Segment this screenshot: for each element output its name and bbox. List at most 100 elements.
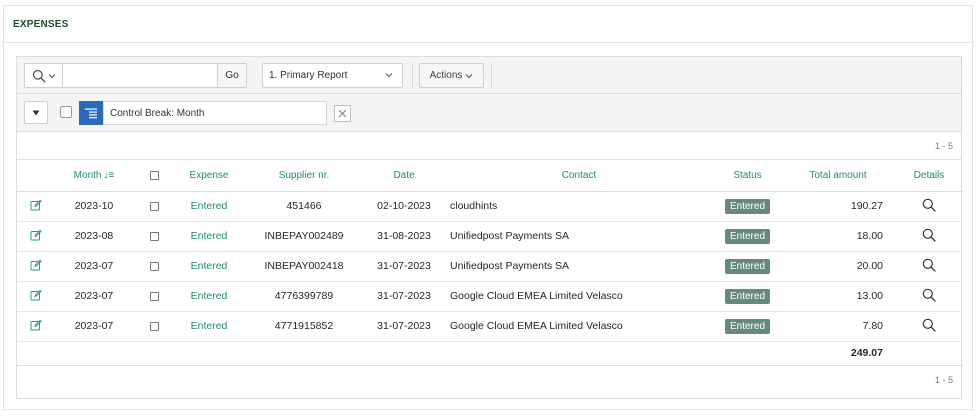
cell-total: 190.27: [781, 191, 895, 222]
header-contact[interactable]: Contact: [444, 160, 714, 192]
status-badge: Entered: [724, 318, 771, 334]
row-checkbox-cell: [134, 191, 174, 222]
magnifier-icon: [922, 198, 936, 212]
edit-icon: [30, 199, 42, 210]
cell-month: 2023-07: [54, 251, 134, 282]
interactive-report: Go 1. Primary Report Actions Control Bre…: [16, 56, 963, 399]
row-checkbox[interactable]: [149, 231, 159, 241]
remove-control-break-button[interactable]: [334, 105, 351, 122]
report-select-value: 1. Primary Report: [269, 70, 348, 81]
sum-total: 249.07: [781, 341, 895, 366]
header-expense[interactable]: Expense: [174, 160, 244, 192]
cell-total: 18.00: [781, 221, 895, 252]
edit-link[interactable]: [17, 311, 54, 342]
control-break-text: Control Break: Month: [110, 107, 205, 119]
report-settings-bar: Control Break: Month: [17, 94, 961, 132]
edit-link[interactable]: [17, 281, 54, 312]
table-row: 2023-07 Entered INBEPAY002418 31-07-2023…: [17, 251, 963, 282]
toolbar-divider: [491, 63, 492, 88]
header-supplier[interactable]: Supplier nr.: [244, 160, 364, 192]
table-header-row: Month ↓≡ Expense Supplier nr. Date Contac…: [17, 160, 963, 192]
actions-label: Actions: [429, 70, 463, 81]
edit-icon: [30, 289, 42, 300]
details-link[interactable]: [895, 311, 963, 342]
cell-contact: Google Cloud EMEA Limited Velasco: [444, 311, 714, 342]
row-checkbox-cell: [134, 311, 174, 342]
cell-status: Entered: [714, 251, 781, 282]
pagination-range: 1 - 5: [934, 374, 953, 385]
status-badge: Entered: [724, 228, 771, 244]
cell-expense-link[interactable]: Entered: [174, 191, 244, 222]
row-checkbox[interactable]: [149, 321, 159, 331]
chevron-down-icon: [48, 73, 55, 78]
details-link[interactable]: [895, 221, 963, 252]
sum-row-spacer: [17, 341, 781, 366]
header-select-all[interactable]: [134, 160, 174, 192]
pagination-bottom: 1 - 5: [17, 366, 961, 394]
cell-contact: cloudhints: [444, 191, 714, 222]
cell-date: 31-08-2023: [364, 221, 444, 252]
cell-contact: Google Cloud EMEA Limited Velasco: [444, 281, 714, 312]
toolbar-divider: [412, 63, 413, 88]
region-header: EXPENSES: [4, 6, 972, 43]
cell-contact: Unifiedpost Payments SA: [444, 221, 714, 252]
cell-expense-link[interactable]: Entered: [174, 281, 244, 312]
search-group: Go: [24, 63, 247, 88]
header-month[interactable]: Month ↓≡: [54, 160, 134, 192]
cell-supplier: 4771915852: [244, 311, 364, 342]
header-date[interactable]: Date: [364, 160, 444, 192]
sort-descending-icon: ↓≡: [103, 169, 115, 181]
header-total[interactable]: Total amount: [781, 160, 895, 192]
edit-icon: [30, 319, 42, 330]
chevron-down-icon: [466, 73, 473, 78]
table-row: 2023-10 Entered 451466 02-10-2023 cloudh…: [17, 191, 963, 222]
cell-supplier: 451466: [244, 191, 364, 222]
header-details[interactable]: Details: [895, 160, 963, 192]
search-column-button[interactable]: [25, 64, 63, 87]
control-break-checkbox[interactable]: [60, 106, 72, 118]
select-all-checkbox[interactable]: [149, 170, 159, 180]
edit-link[interactable]: [17, 221, 54, 252]
row-checkbox[interactable]: [149, 291, 159, 301]
report-select[interactable]: 1. Primary Report: [262, 63, 403, 88]
status-badge: Entered: [724, 198, 771, 214]
expenses-table: Month ↓≡ Expense Supplier nr. Date Contac…: [17, 160, 963, 366]
magnifier-icon: [922, 288, 936, 302]
details-link[interactable]: [895, 191, 963, 222]
expenses-region: EXPENSES Go 1. Primary Report Actions Co…: [3, 5, 973, 410]
edit-link[interactable]: [17, 191, 54, 222]
row-checkbox-cell: [134, 251, 174, 282]
control-break-label[interactable]: Control Break: Month: [103, 101, 327, 125]
header-edit: [17, 160, 54, 192]
cell-month: 2023-08: [54, 221, 134, 252]
control-break-icon: [79, 101, 103, 125]
search-input[interactable]: [63, 64, 217, 87]
pagination-top: 1 - 5: [17, 132, 961, 160]
cell-status: Entered: [714, 311, 781, 342]
edit-icon: [30, 259, 42, 270]
row-checkbox[interactable]: [149, 201, 159, 211]
go-button[interactable]: Go: [217, 64, 246, 87]
cell-expense-link[interactable]: Entered: [174, 311, 244, 342]
cell-date: 31-07-2023: [364, 311, 444, 342]
cell-status: Entered: [714, 221, 781, 252]
edit-link[interactable]: [17, 251, 54, 282]
cell-expense-link[interactable]: Entered: [174, 251, 244, 282]
close-icon: [338, 109, 347, 118]
header-status[interactable]: Status: [714, 160, 781, 192]
row-checkbox[interactable]: [149, 261, 159, 271]
cell-date: 31-07-2023: [364, 281, 444, 312]
details-link[interactable]: [895, 281, 963, 312]
report-toolbar: Go 1. Primary Report Actions: [17, 57, 961, 94]
status-badge: Entered: [724, 258, 771, 274]
cell-date: 02-10-2023: [364, 191, 444, 222]
row-checkbox-cell: [134, 281, 174, 312]
collapse-settings-button[interactable]: [24, 101, 48, 124]
actions-menu-button[interactable]: Actions: [419, 63, 484, 88]
cell-expense-link[interactable]: Entered: [174, 221, 244, 252]
sum-row-spacer: [895, 341, 963, 366]
search-icon: [32, 69, 46, 83]
details-link[interactable]: [895, 251, 963, 282]
pagination-range: 1 - 5: [934, 141, 953, 151]
chevron-down-icon: [385, 73, 393, 78]
